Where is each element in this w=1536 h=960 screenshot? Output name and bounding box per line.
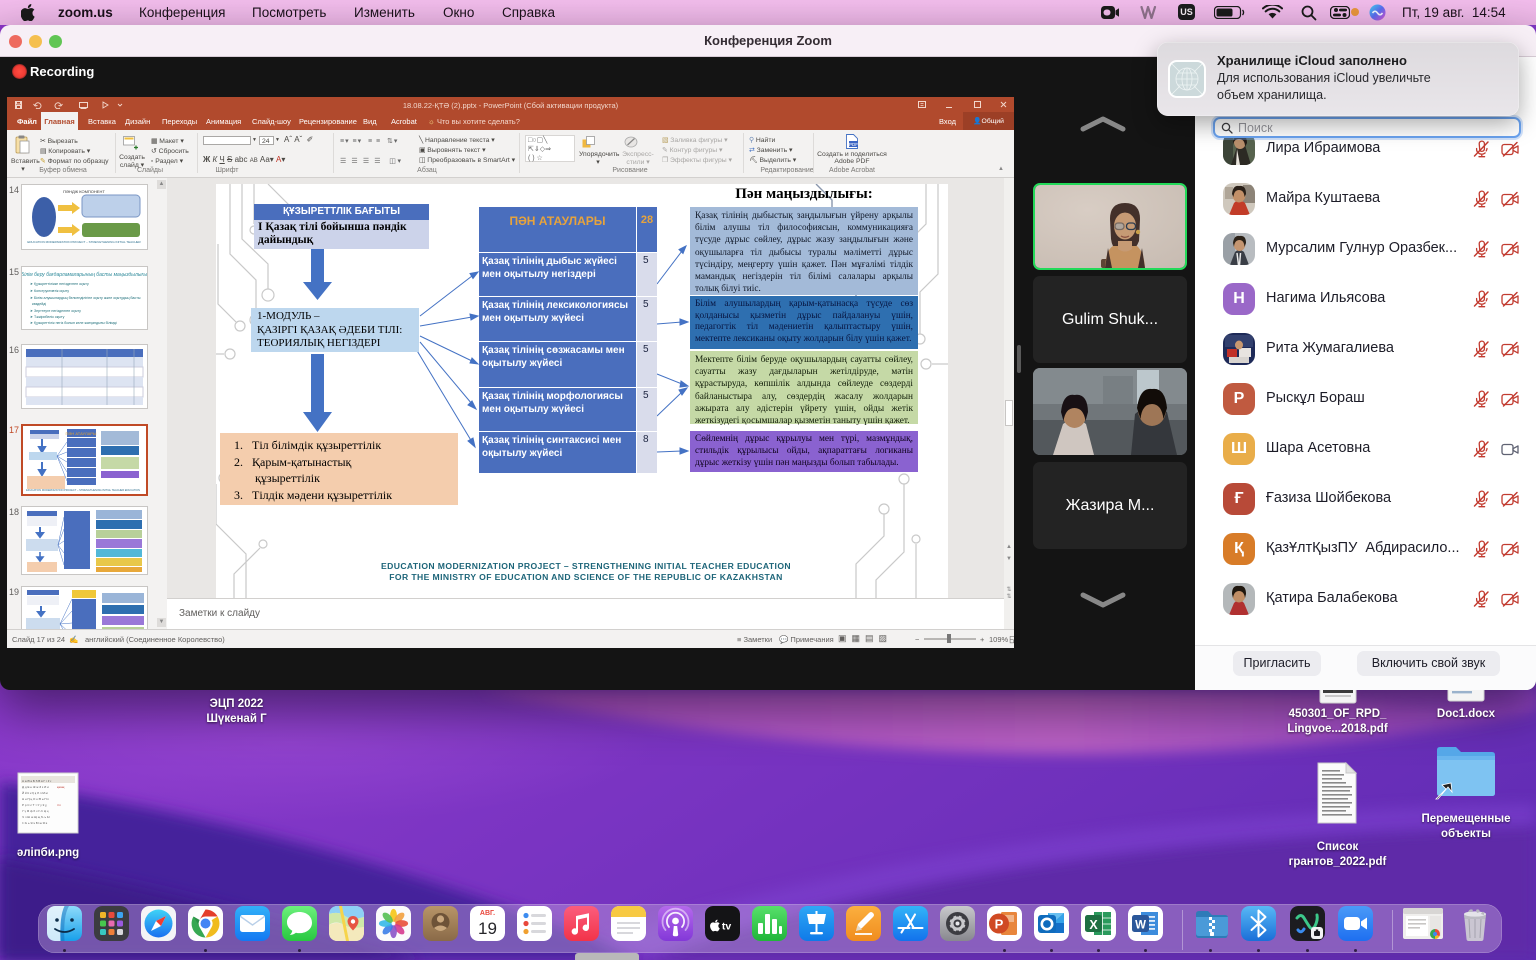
- svg-text:ПӘНДІК КОМПОНЕНТ: ПӘНДІК КОМПОНЕНТ: [63, 189, 105, 194]
- svg-text:P: P: [995, 917, 1004, 932]
- svg-text:EDUCATION MODERNIZATION PROJEC: EDUCATION MODERNIZATION PROJECT – STRENG…: [26, 488, 140, 492]
- svg-text:➤ Конструктивтік оқыту: ➤ Конструктивтік оқыту: [30, 289, 69, 293]
- svg-text:EDUCATION MODERNIZATION PROJEC: EDUCATION MODERNIZATION PROJECT – STRENG…: [27, 240, 141, 244]
- svg-text:АВГ.: АВГ.: [480, 910, 495, 917]
- svg-text:ПӘН АТАУЛАРЫ: ПӘН АТАУЛАРЫ: [66, 431, 97, 436]
- svg-text:А а Ә ә Б б В в Г г Ғ ғ: А а Ә ә Б б В в Г г Ғ ғ: [22, 779, 51, 783]
- svg-text:X: X: [1089, 918, 1098, 932]
- svg-text:Й й К к Қ қ Л л М м: Й й К к Қ қ Л л М м: [22, 791, 48, 795]
- svg-text:tv: tv: [722, 921, 731, 933]
- svg-text:➤ Тәжірибелік оқыту: ➤ Тәжірибелік оқыту: [30, 315, 65, 319]
- svg-text:19: 19: [478, 919, 497, 938]
- svg-text:Ч ч Ш ш Щ щ Ъ ъ Ы: Ч ч Ш ш Щ щ Ъ ъ Ы: [22, 815, 50, 819]
- svg-text:Р р С с Т т У у Ұ ұ: Р р С с Т т У у Ұ ұ: [22, 803, 47, 807]
- svg-text:Д д Е е Ж ж З з И и: Д д Е е Ж ж З з И и: [22, 785, 49, 789]
- svg-text:қазақ: қазақ: [57, 785, 65, 789]
- svg-text:Н н Ң ң О о Ө ө П п: Н н Ң ң О о Ө ө П п: [22, 797, 49, 801]
- svg-text:Ү ү Ф ф Х х Һ һ Ц ц: Ү ү Ф ф Х х Һ һ Ц ц: [22, 809, 49, 813]
- svg-text:тіл: тіл: [57, 803, 61, 807]
- svg-text:W: W: [1135, 920, 1146, 932]
- svg-text:➤ Құзыреттілік негіз болып кел: ➤ Құзыреттілік негіз болып келе жатқанды…: [30, 321, 117, 325]
- svg-text:Білім беру бағдарламаларының б: Білім беру бағдарламаларының басты маңыз…: [22, 272, 147, 278]
- svg-text:көздейді: көздейді: [32, 302, 46, 306]
- svg-text:І і Ь ь Э э Ю ю Я я: І і Ь ь Э э Ю ю Я я: [22, 821, 48, 825]
- svg-text:➤ Құзыреттілікке негізделген о: ➤ Құзыреттілікке негізделген оқыту: [30, 282, 89, 286]
- svg-text:➤ Білім алушылардың белсенділі: ➤ Білім алушылардың белсенділігіне оқыту…: [30, 296, 141, 300]
- svg-text:➤ Зерттеуге негізделген оқыту: ➤ Зерттеуге негізделген оқыту: [30, 309, 81, 313]
- svg-text:PDF: PDF: [849, 142, 858, 147]
